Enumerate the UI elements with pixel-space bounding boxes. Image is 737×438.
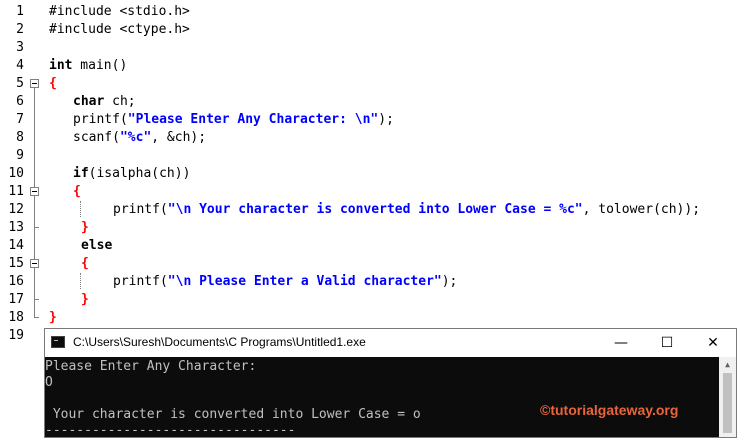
fold-end [34, 227, 39, 228]
keyword: char [73, 94, 105, 109]
keyword: if [73, 166, 89, 181]
string-literal: "%c" [119, 130, 152, 145]
line-number: 10 [8, 166, 24, 181]
code-line-2: #include <ctype.h> [49, 21, 190, 39]
brace: } [81, 292, 89, 307]
code-text: ); [378, 112, 394, 127]
console-title-bar[interactable]: C:\Users\Suresh\Documents\C Programs\Unt… [45, 329, 736, 357]
brace: } [49, 310, 57, 325]
code-text: (isalpha(ch)) [88, 166, 191, 181]
code-text: , tolower(ch)); [582, 202, 701, 217]
code-text: #include <ctype.h> [49, 22, 190, 37]
line-number: 6 [16, 94, 24, 109]
fold-toggle-else[interactable] [30, 259, 39, 268]
code-line-18: } [49, 309, 57, 327]
code-line-12: printf("\n Your character is converted i… [113, 201, 700, 219]
keyword: else [81, 238, 113, 253]
close-button[interactable]: ✕ [690, 329, 736, 357]
code-line-11: { [73, 183, 81, 201]
line-number: 17 [8, 292, 24, 307]
code-line-17: } [81, 291, 89, 309]
code-text: ch; [104, 94, 136, 109]
console-output[interactable]: Please Enter Any Character: O Your chara… [45, 357, 719, 437]
code-text: ); [441, 274, 458, 289]
brace: { [73, 184, 81, 199]
line-number: 12 [8, 202, 24, 217]
code-line-5: { [49, 75, 57, 93]
console-line: Your character is converted into Lower C… [45, 407, 421, 422]
line-number: 1 [16, 4, 24, 19]
brace: { [49, 76, 57, 91]
code-line-16: printf("\n Please Enter a Valid characte… [113, 273, 457, 291]
code-text: scanf( [73, 130, 120, 145]
line-number: 7 [16, 112, 24, 127]
fold-line [34, 88, 35, 317]
code-text: , &ch); [151, 130, 207, 145]
console-scrollbar[interactable]: ▲ [719, 357, 736, 437]
code-text: printf( [113, 202, 168, 217]
code-line-6: char ch; [73, 93, 136, 111]
code-line-13: } [81, 219, 89, 237]
indent-guide [80, 273, 81, 289]
code-line-8: scanf("%c", &ch); [73, 129, 206, 147]
code-line-7: printf("Please Enter Any Character: \n")… [73, 111, 394, 129]
scroll-thumb[interactable] [723, 373, 732, 433]
line-number: 3 [16, 40, 24, 55]
line-number: 14 [8, 238, 24, 253]
line-number: 18 [8, 310, 24, 325]
console-window[interactable]: C:\Users\Suresh\Documents\C Programs\Unt… [44, 328, 737, 438]
code-line-14: else [81, 237, 112, 255]
watermark: ©tutorialgateway.org [540, 402, 678, 418]
line-number: 16 [8, 274, 24, 289]
code-line-4: int main() [49, 57, 127, 75]
line-number: 19 [8, 328, 24, 343]
console-line: O [45, 375, 53, 390]
line-number-gutter: 1 2 3 4 5 6 7 8 9 10 11 12 13 14 15 16 1… [0, 0, 42, 438]
copyright-icon: © [540, 402, 551, 418]
code-line-15: { [81, 255, 89, 273]
keyword: int [49, 58, 73, 73]
console-window-title: C:\Users\Suresh\Documents\C Programs\Unt… [73, 335, 366, 349]
fold-toggle-if[interactable] [30, 187, 39, 196]
string-literal: "\n Please Enter a Valid character" [167, 274, 442, 289]
fold-end [34, 317, 39, 318]
line-number: 4 [16, 58, 24, 73]
console-app-icon [51, 336, 65, 348]
line-number: 5 [16, 76, 24, 91]
scroll-up-arrow-icon[interactable]: ▲ [719, 359, 736, 371]
line-number: 9 [16, 148, 24, 163]
line-number: 2 [16, 22, 24, 37]
brace: } [81, 220, 89, 235]
line-number: 15 [8, 256, 24, 271]
string-literal: "\n Your character is converted into Low… [167, 202, 583, 217]
fold-toggle-main[interactable] [30, 79, 39, 88]
code-text: #include <stdio.h> [49, 4, 190, 19]
maximize-button[interactable]: ☐ [644, 329, 690, 357]
console-line: -------------------------------- [45, 423, 296, 437]
minimize-button[interactable]: — [598, 329, 644, 357]
indent-guide [80, 201, 81, 217]
string-literal: "Please Enter Any Character: \n" [127, 112, 379, 127]
code-line-10: if(isalpha(ch)) [73, 165, 190, 183]
code-text: printf( [73, 112, 128, 127]
brace: { [81, 256, 89, 271]
console-line: Please Enter Any Character: [45, 359, 257, 374]
watermark-text: tutorialgateway.org [550, 402, 679, 418]
code-text: printf( [113, 274, 168, 289]
code-line-1: #include <stdio.h> [49, 3, 190, 21]
line-number: 13 [8, 220, 24, 235]
line-number: 11 [8, 184, 24, 199]
line-number: 8 [16, 130, 24, 145]
code-text: main() [72, 58, 128, 73]
fold-end [34, 299, 39, 300]
